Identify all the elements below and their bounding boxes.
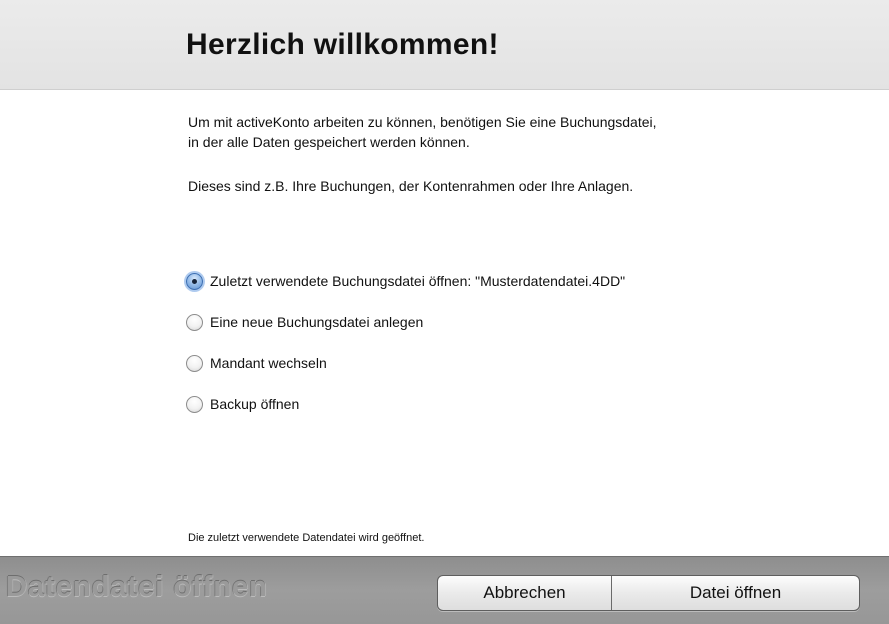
radio-unselected-icon[interactable] [186, 354, 203, 372]
intro-text: Um mit activeKonto arbeiten zu können, b… [188, 112, 848, 152]
option-label: Mandant wechseln [210, 355, 327, 371]
option-open-backup[interactable]: Backup öffnen [186, 394, 625, 414]
intro-line-2: in der alle Daten gespeichert werden kön… [188, 134, 470, 150]
footer-bar: Datendatei öffnen Abbrechen Datei öffnen [0, 556, 889, 624]
option-label: Eine neue Buchungsdatei anlegen [210, 314, 424, 330]
radio-unselected-icon[interactable] [186, 313, 203, 331]
intro-line-1: Um mit activeKonto arbeiten zu können, b… [188, 114, 657, 130]
intro-text-2: Dieses sind z.B. Ihre Buchungen, der Kon… [188, 178, 634, 194]
radio-unselected-icon[interactable] [186, 395, 203, 413]
footer-title: Datendatei öffnen [6, 571, 268, 603]
option-label: Backup öffnen [210, 396, 300, 412]
dialog-title: Herzlich willkommen! [186, 28, 499, 61]
button-group: Abbrechen Datei öffnen [437, 575, 860, 611]
welcome-dialog: Herzlich willkommen! Um mit activeKonto … [0, 0, 889, 624]
status-hint: Die zuletzt verwendete Datendatei wird g… [188, 532, 425, 544]
option-switch-client[interactable]: Mandant wechseln [186, 353, 625, 373]
option-open-last[interactable]: Zuletzt verwendete Buchungsdatei öffnen:… [186, 271, 625, 291]
option-new-file[interactable]: Eine neue Buchungsdatei anlegen [186, 312, 625, 332]
option-label: Zuletzt verwendete Buchungsdatei öffnen:… [210, 273, 626, 289]
open-file-button[interactable]: Datei öffnen [612, 576, 859, 610]
radio-selected-icon[interactable] [186, 272, 203, 290]
option-radio-group: Zuletzt verwendete Buchungsdatei öffnen:… [186, 271, 625, 435]
header-bar: Herzlich willkommen! [0, 0, 889, 90]
cancel-button[interactable]: Abbrechen [438, 576, 612, 610]
